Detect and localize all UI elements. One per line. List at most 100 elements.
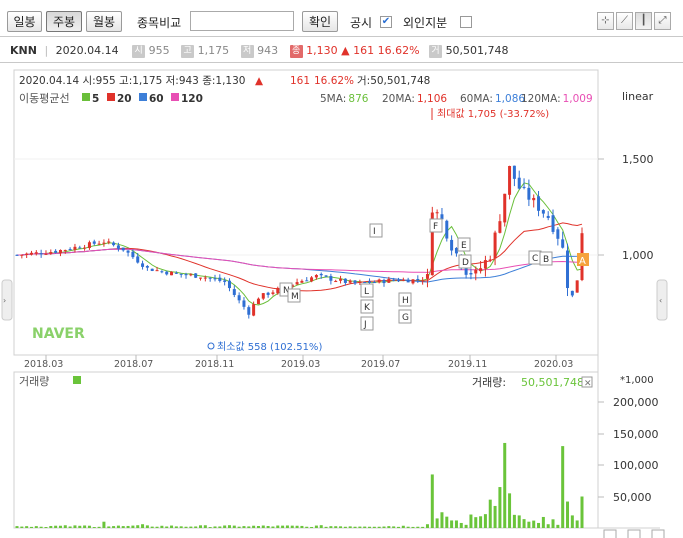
volume-bar — [522, 519, 526, 528]
candle-body — [537, 196, 541, 211]
max-annotation: 최대값 1,705 (-33.72%) — [437, 108, 549, 120]
volume-bar — [145, 525, 149, 528]
volume-bar — [237, 526, 241, 528]
volume-bar — [450, 520, 454, 528]
info-change: 161 — [353, 44, 375, 57]
candle-body — [174, 272, 178, 274]
volume-bar — [445, 516, 449, 528]
volume-bar — [290, 525, 294, 528]
volume-bar — [223, 525, 227, 528]
min-marker — [207, 342, 215, 350]
volume-bar — [83, 525, 87, 528]
candle-body — [387, 278, 391, 283]
volume-bar — [401, 525, 405, 528]
foreign-ownership-checkbox[interactable] — [460, 16, 472, 28]
volume-bar — [551, 519, 555, 528]
compare-input[interactable] — [190, 11, 294, 31]
foreign-ownership-label: 외인지분 — [403, 16, 448, 30]
volume-bar — [247, 526, 251, 528]
volume-bar — [131, 525, 135, 528]
candle-body — [503, 193, 507, 223]
volume-bar — [319, 525, 323, 528]
candle-body — [566, 250, 570, 289]
volume-bar — [136, 525, 140, 528]
volume-legend-swatch — [73, 376, 81, 384]
volume-bar — [155, 526, 159, 528]
tab-monthly[interactable]: 월봉 — [86, 11, 122, 32]
volume-bar — [107, 526, 111, 528]
volume-bar — [406, 526, 410, 528]
ma-value-label: 5MA: — [320, 93, 346, 105]
volume-label: 거래량 — [19, 375, 49, 388]
volume-bar — [570, 515, 574, 528]
x-axis-label: 2018.07 — [114, 359, 153, 370]
volume-bar — [483, 514, 487, 528]
event-marker-J[interactable] — [360, 316, 374, 331]
close-icon: ✕ — [584, 379, 592, 389]
candle-type-icon[interactable]: ┃ — [635, 12, 652, 30]
expand-icon[interactable]: ⤢ — [654, 12, 671, 30]
candle-body — [392, 279, 396, 281]
zoom-in-button[interactable] — [603, 529, 617, 538]
candle-body — [68, 249, 72, 251]
event-marker-I[interactable] — [369, 223, 383, 238]
candle-body — [382, 279, 386, 284]
volume-bar — [15, 526, 19, 528]
ma-line-20 — [16, 222, 583, 292]
volume-bar — [281, 525, 285, 528]
candle-body — [25, 253, 29, 256]
volume-axis-label: 50,000 — [613, 491, 652, 504]
info-high: 1,175 — [197, 44, 230, 57]
candle-body — [575, 280, 579, 293]
volume-bar — [363, 526, 367, 528]
candle-body — [213, 278, 217, 280]
volume-bar — [218, 526, 222, 528]
volume-bar — [29, 526, 33, 528]
volume-bar — [435, 518, 439, 528]
volume-axis-label: 150,000 — [613, 428, 659, 441]
volume-bar — [189, 526, 193, 528]
candle-body — [242, 300, 246, 307]
volume-bar — [425, 524, 429, 528]
candle-body — [199, 277, 203, 279]
candle-body — [305, 280, 309, 282]
candle-body — [92, 241, 96, 244]
naver-watermark: NAVER — [32, 326, 85, 342]
info-change-pct: 16.62% — [377, 44, 420, 57]
candle-body — [483, 260, 487, 269]
volume-bar — [353, 526, 357, 528]
tab-weekly[interactable]: 주봉 — [46, 11, 82, 32]
event-marker-label: I — [373, 227, 376, 237]
draw-line-icon[interactable]: ⟋ — [616, 12, 633, 30]
candle-body — [493, 232, 497, 259]
volume-bar — [165, 526, 169, 528]
candle-body — [20, 254, 24, 256]
volume-bar — [411, 526, 415, 528]
event-marker-label: E — [461, 241, 467, 251]
candle-body — [63, 249, 67, 251]
volume-bar — [49, 525, 53, 528]
crosshair-icon[interactable]: ⊹ — [597, 12, 614, 30]
candle-body — [145, 265, 149, 268]
tab-daily[interactable]: 일봉 — [7, 11, 42, 32]
volume-bar — [78, 525, 82, 528]
volume-bar — [464, 524, 468, 528]
zoom-out-button[interactable] — [627, 529, 641, 538]
volume-bar — [92, 527, 96, 528]
candle-body — [541, 210, 545, 214]
candle-body — [141, 263, 145, 267]
volume-bar — [396, 526, 400, 528]
ma-swatch-5 — [82, 93, 90, 101]
candle-body — [348, 280, 352, 283]
volume-bar — [440, 512, 444, 528]
moving-average-label: 이동평균선 — [19, 92, 70, 105]
disclosure-checkbox[interactable]: ✔ — [380, 16, 392, 28]
volume-bar — [112, 526, 116, 528]
candle-body — [368, 281, 372, 283]
candle-body — [561, 239, 565, 248]
right-arrow-icon: ‹ — [659, 296, 662, 305]
reset-button[interactable] — [651, 529, 665, 538]
confirm-button[interactable]: 확인 — [302, 11, 338, 32]
x-axis-label: 2019.11 — [448, 359, 487, 370]
candle-body — [15, 254, 19, 256]
